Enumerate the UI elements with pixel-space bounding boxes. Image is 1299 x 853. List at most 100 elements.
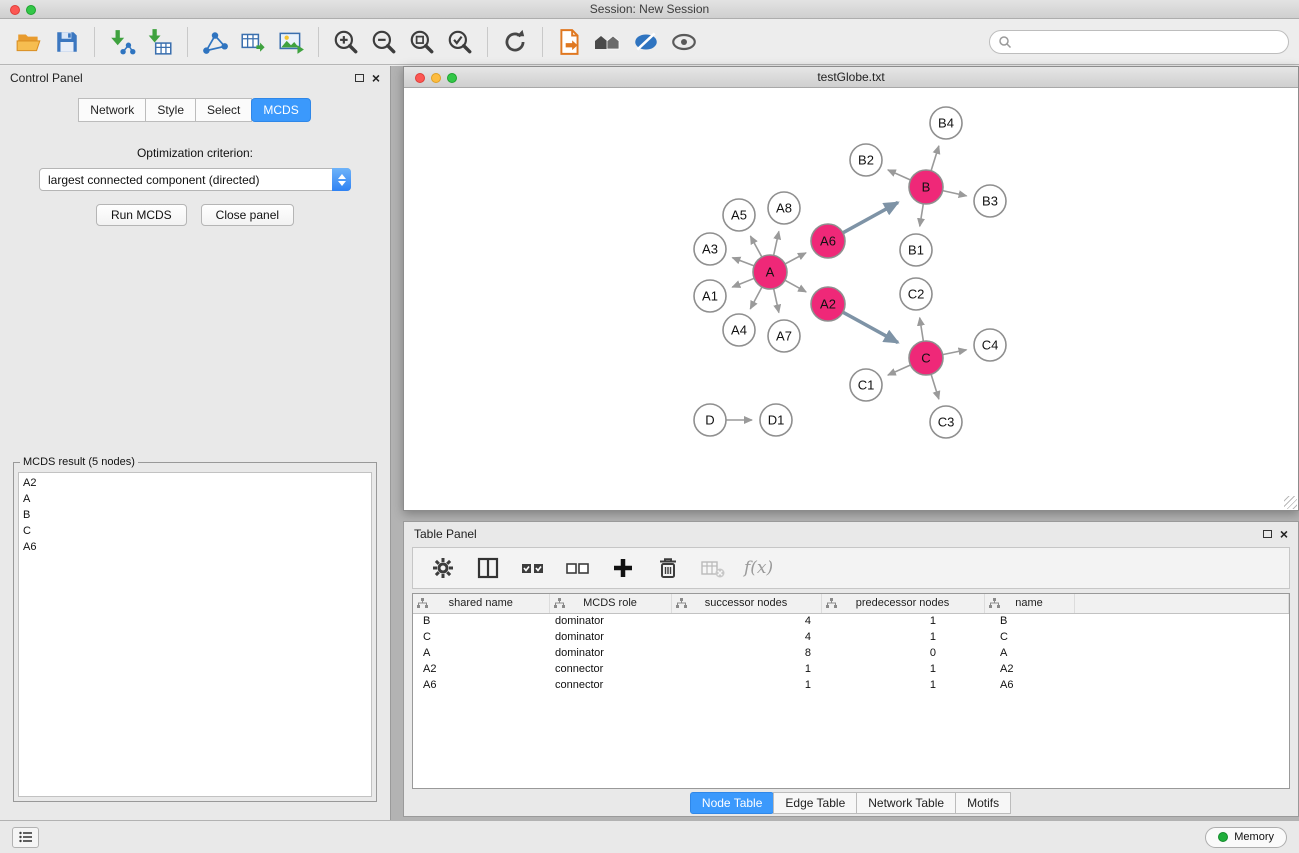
network-node-C2[interactable]: C2 [900, 278, 932, 310]
column-header-shared-name[interactable]: shared name [413, 594, 549, 613]
network-edge[interactable] [732, 278, 754, 287]
network-edge[interactable] [785, 280, 806, 292]
network-edge[interactable] [843, 312, 898, 342]
network-node-A3[interactable]: A3 [694, 233, 726, 265]
function-builder-button[interactable]: f(x) [744, 558, 773, 578]
table-row[interactable]: Cdominator41C [413, 629, 1289, 645]
export-report-icon[interactable] [551, 23, 589, 61]
add-column-icon[interactable] [609, 554, 637, 582]
network-edge[interactable] [750, 236, 761, 257]
network-node-A[interactable]: A [753, 255, 787, 289]
network-node-B1[interactable]: B1 [900, 234, 932, 266]
network-edge[interactable] [920, 318, 924, 341]
zoom-fit-icon[interactable] [403, 23, 441, 61]
mcds-result-list[interactable]: A2ABCA6 [18, 472, 372, 797]
open-session-icon[interactable] [10, 23, 48, 61]
network-node-C4[interactable]: C4 [974, 329, 1006, 361]
network-edge[interactable] [943, 350, 967, 355]
select-all-rows-icon[interactable] [519, 554, 547, 582]
network-edge[interactable] [732, 258, 754, 266]
close-panel-icon[interactable]: × [372, 73, 380, 83]
network-edge[interactable] [931, 374, 939, 399]
network-node-B[interactable]: B [909, 170, 943, 204]
show-columns-icon[interactable] [474, 554, 502, 582]
node-table-container[interactable]: shared nameMCDS rolesuccessor nodesprede… [412, 593, 1290, 789]
save-session-icon[interactable] [48, 23, 86, 61]
network-edge[interactable] [920, 204, 924, 227]
tab-mcds[interactable]: MCDS [251, 98, 310, 122]
mcds-result-item[interactable]: B [23, 507, 367, 523]
tab-motifs[interactable]: Motifs [955, 792, 1011, 814]
memory-button[interactable]: Memory [1205, 827, 1287, 848]
tab-select[interactable]: Select [195, 98, 252, 122]
deselect-all-rows-icon[interactable] [564, 554, 592, 582]
network-node-A8[interactable]: A8 [768, 192, 800, 224]
hide-selected-icon[interactable] [627, 23, 665, 61]
tab-style[interactable]: Style [145, 98, 196, 122]
search-field[interactable] [989, 30, 1289, 54]
column-header-predecessor-nodes[interactable]: predecessor nodes [821, 594, 984, 613]
mcds-result-item[interactable]: A2 [23, 475, 367, 491]
network-node-C[interactable]: C [909, 341, 943, 375]
network-node-A4[interactable]: A4 [723, 314, 755, 346]
network-node-B4[interactable]: B4 [930, 107, 962, 139]
search-input[interactable] [1012, 35, 1280, 49]
network-edge[interactable] [931, 146, 939, 171]
network-node-D1[interactable]: D1 [760, 404, 792, 436]
network-edge[interactable] [785, 253, 806, 264]
table-row[interactable]: A2connector11A2 [413, 661, 1289, 677]
tab-node-table[interactable]: Node Table [690, 792, 775, 814]
network-edge[interactable] [888, 365, 911, 375]
delete-column-icon[interactable] [654, 554, 682, 582]
apply-layout-icon[interactable] [496, 23, 534, 61]
network-edge[interactable] [774, 289, 779, 313]
export-network-icon[interactable] [196, 23, 234, 61]
mcds-result-item[interactable]: A [23, 491, 367, 507]
network-node-A7[interactable]: A7 [768, 320, 800, 352]
close-table-panel-icon[interactable]: × [1280, 529, 1288, 539]
network-node-A5[interactable]: A5 [723, 199, 755, 231]
tab-edge-table[interactable]: Edge Table [773, 792, 857, 814]
table-row[interactable]: Adominator80A [413, 645, 1289, 661]
close-panel-button[interactable]: Close panel [201, 204, 294, 226]
float-table-panel-icon[interactable] [1263, 530, 1272, 538]
network-edge[interactable] [774, 231, 779, 255]
delete-table-icon[interactable] [699, 554, 727, 582]
first-neighbors-icon[interactable] [589, 23, 627, 61]
network-node-A2[interactable]: A2 [811, 287, 845, 321]
network-node-A6[interactable]: A6 [811, 224, 845, 258]
float-panel-icon[interactable] [355, 74, 364, 82]
network-node-C3[interactable]: C3 [930, 406, 962, 438]
zoom-out-icon[interactable] [365, 23, 403, 61]
export-table-icon[interactable] [234, 23, 272, 61]
zoom-in-icon[interactable] [327, 23, 365, 61]
optimization-criterion-dropdown[interactable]: largest connected component (directed) [39, 168, 351, 191]
table-settings-icon[interactable] [429, 554, 457, 582]
column-header-successor-nodes[interactable]: successor nodes [671, 594, 821, 613]
tab-network[interactable]: Network [78, 98, 146, 122]
table-row[interactable]: Bdominator41B [413, 613, 1289, 629]
tab-network-table[interactable]: Network Table [856, 792, 956, 814]
network-edge[interactable] [888, 170, 911, 180]
network-node-C1[interactable]: C1 [850, 369, 882, 401]
import-network-icon[interactable] [103, 23, 141, 61]
table-row[interactable]: A6connector11A6 [413, 677, 1289, 693]
show-all-icon[interactable] [665, 23, 703, 61]
zoom-selected-icon[interactable] [441, 23, 479, 61]
network-node-D[interactable]: D [694, 404, 726, 436]
export-image-icon[interactable] [272, 23, 310, 61]
mcds-result-item[interactable]: A6 [23, 539, 367, 555]
network-edge[interactable] [843, 202, 898, 232]
mcds-result-item[interactable]: C [23, 523, 367, 539]
column-header-name[interactable]: name [984, 594, 1074, 613]
network-node-B3[interactable]: B3 [974, 185, 1006, 217]
network-canvas[interactable]: B4 B2 B B3 A5 A8 A6 A3 B1 A C2 A1 A2 A4 A7 C4 C C1 D D1 C3 [404, 89, 1298, 510]
network-edge[interactable] [750, 287, 762, 309]
import-table-icon[interactable] [141, 23, 179, 61]
network-edge[interactable] [943, 191, 967, 196]
network-node-A1[interactable]: A1 [694, 280, 726, 312]
show-panels-button[interactable] [12, 827, 39, 848]
window-resize-grip[interactable] [1284, 496, 1297, 509]
run-mcds-button[interactable]: Run MCDS [96, 204, 187, 226]
network-node-B2[interactable]: B2 [850, 144, 882, 176]
